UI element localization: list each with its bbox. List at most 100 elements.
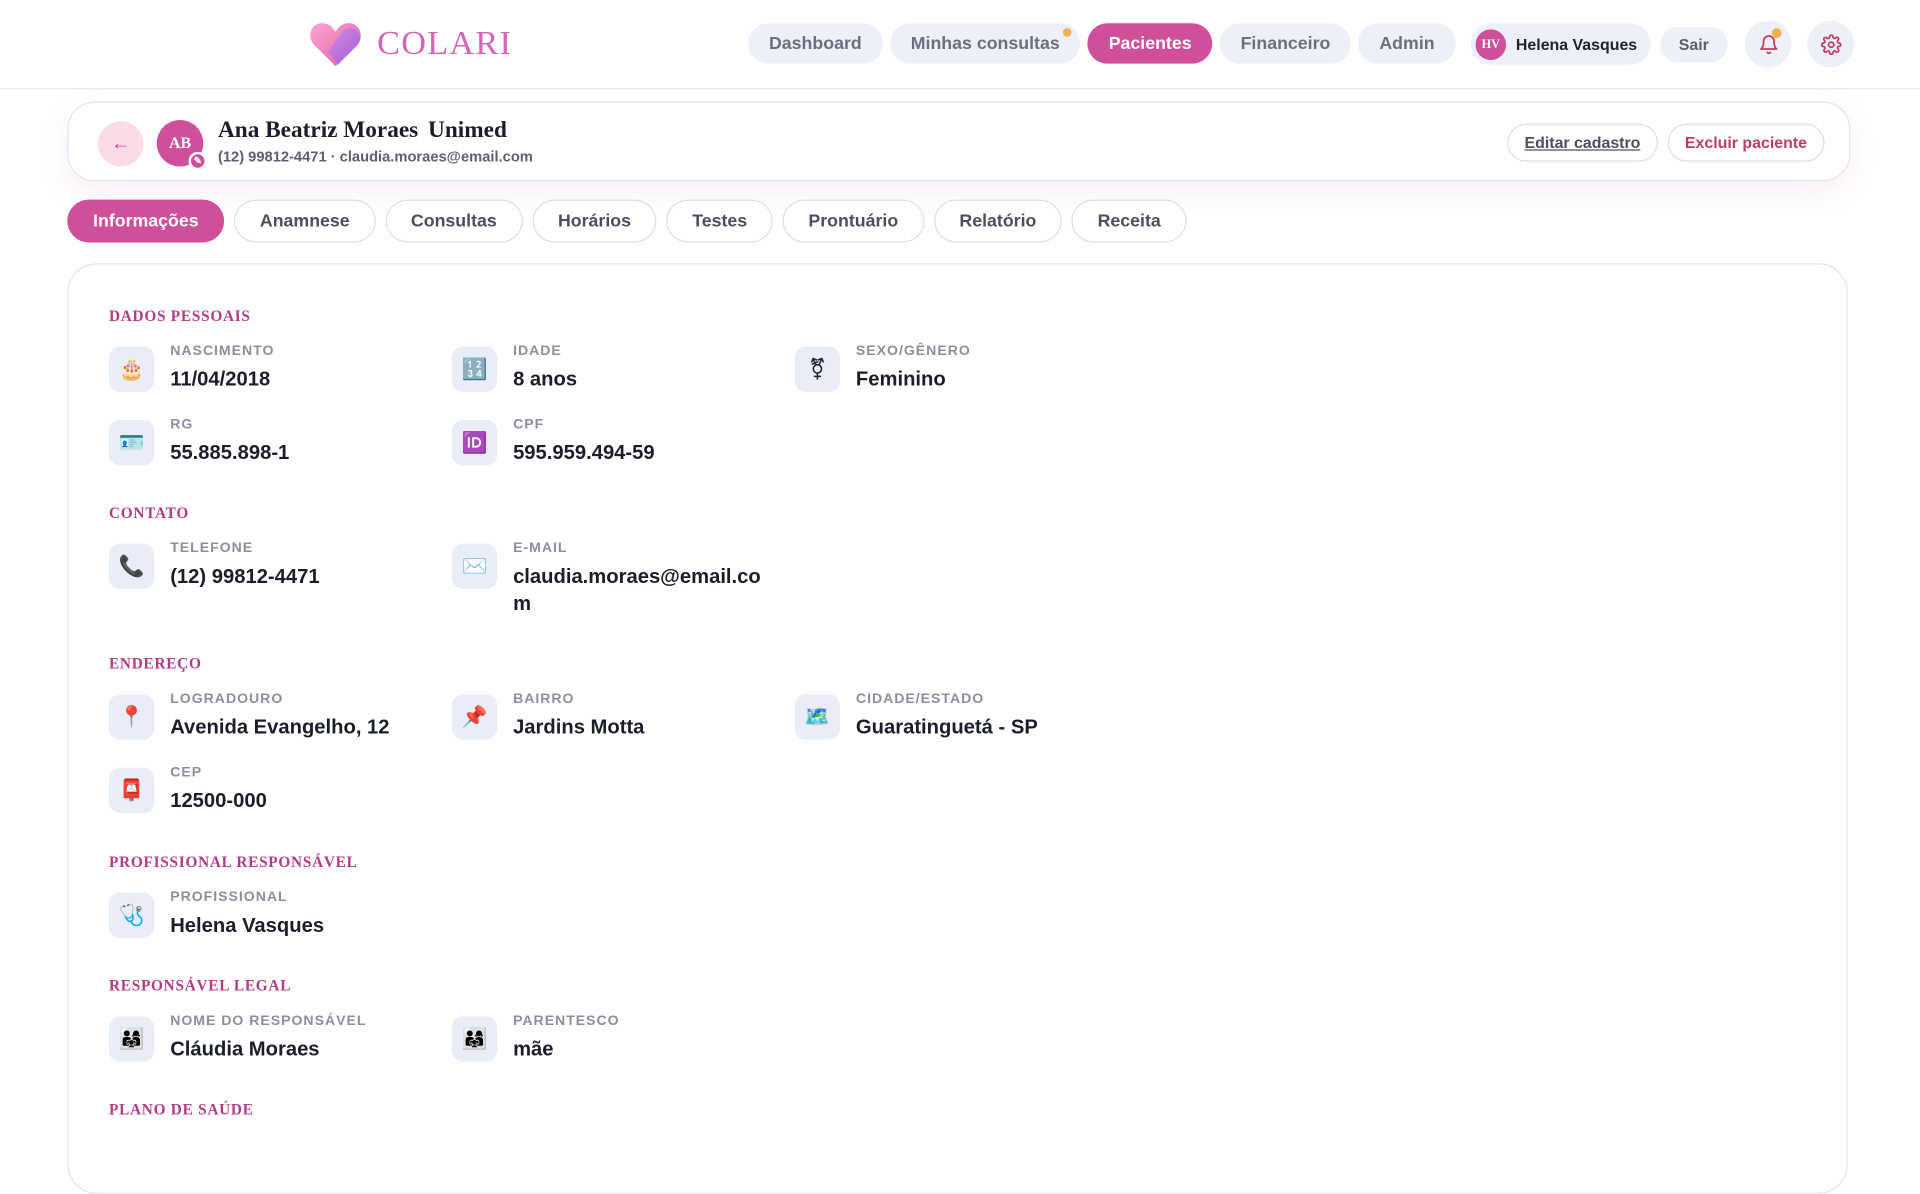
arrow-left-icon: ← [110, 132, 131, 154]
nav-label: Admin [1379, 33, 1435, 54]
settings-button[interactable] [1807, 20, 1854, 68]
tab-relatorio[interactable]: Relatório [933, 199, 1063, 243]
edit-avatar-icon: ✎ [188, 151, 207, 171]
pushpin-icon: 📌 [451, 694, 498, 740]
family-icon: 👨‍👩‍👧 [108, 1016, 155, 1062]
field-label: CEP [170, 765, 203, 781]
field-label: E-MAIL [513, 541, 568, 556]
field-value: Helena Vasques [170, 914, 325, 937]
gender-icon: ⚧ [794, 346, 841, 392]
patient-avatar[interactable]: AB ✎ [156, 120, 207, 171]
field-label: BAIRRO [513, 691, 575, 707]
section-title-plano-saude: PLANO DE SAÚDE [108, 1100, 254, 1118]
field-value: 12500-000 [170, 789, 267, 812]
patient-initials: AB [168, 133, 192, 152]
field-logradouro: 📍 LOGRADOURO Avenida Evangelho, 12 [108, 691, 440, 753]
patient-contact: (12) 99812-4471 · claudia.moraes@email.c… [217, 148, 533, 166]
id-badge-icon: 🆔 [451, 420, 498, 466]
field-value: Cláudia Moraes [170, 1038, 320, 1061]
field-value: Jardins Motta [513, 716, 645, 739]
nav-minhas-consultas[interactable]: Minhas consultas [889, 23, 1081, 64]
field-telefone: 📞 TELEFONE (12) 99812-4471 [108, 541, 440, 602]
field-label: CIDADE/ESTADO [855, 691, 985, 707]
user-avatar: HV [1475, 28, 1507, 60]
field-email: ✉️ E-MAIL claudia.moraes@email.com [451, 541, 783, 615]
field-value: mãe [513, 1038, 554, 1061]
field-label: TELEFONE [170, 541, 254, 556]
stethoscope-icon: 🩺 [108, 892, 155, 938]
nav-label: Pacientes [1108, 33, 1192, 54]
patient-header: ← AB ✎ Ana Beatriz Moraes Unimed (12) 998… [67, 101, 1851, 182]
field-label: SEXO/GÊNERO [855, 344, 971, 359]
notifications-button[interactable] [1744, 20, 1792, 68]
field-parentesco: 👨‍👩‍👧 PARENTESCO mãe [451, 1013, 783, 1075]
section-title-endereco: ENDEREÇO [108, 655, 202, 673]
nav-label: Dashboard [768, 33, 862, 54]
field-label: IDADE [513, 344, 562, 359]
field-label: CPF [513, 417, 545, 433]
patient-name-line: Ana Beatriz Moraes Unimed [218, 118, 507, 145]
app-logo[interactable]: COLARI [309, 20, 513, 69]
field-value: Avenida Evangelho, 12 [170, 716, 390, 739]
tab-informacoes[interactable]: Informações [67, 199, 225, 243]
field-nome-responsavel: 👨‍👩‍👧 NOME DO RESPONSÁVEL Cláudia Moraes [108, 1013, 440, 1075]
field-value: 11/04/2018 [170, 368, 271, 391]
delete-patient-button[interactable]: Excluir paciente [1667, 123, 1825, 162]
field-cidade-estado: 🗺️ CIDADE/ESTADO Guaratinguetá - SP [794, 691, 1126, 753]
field-label: NOME DO RESPONSÁVEL [170, 1013, 367, 1029]
tab-receita[interactable]: Receita [1071, 199, 1187, 243]
section-title-dados-pessoais: DADOS PESSOAIS [108, 307, 251, 325]
field-cpf: 🆔 CPF 595.959.494-59 [451, 417, 783, 479]
tab-testes[interactable]: Testes [666, 199, 773, 243]
nav-label: Financeiro [1240, 33, 1331, 54]
user-name: Helena Vasques [1515, 34, 1638, 54]
field-idade: 🔢 IDADE 8 anos [451, 344, 783, 405]
section-title-responsavel-legal: RESPONSÁVEL LEGAL [108, 977, 292, 995]
field-label: PARENTESCO [513, 1013, 620, 1029]
field-label: PROFISSIONAL [170, 890, 288, 905]
health-plan: Unimed [428, 117, 507, 144]
postbox-icon: 📮 [108, 767, 155, 814]
nav-admin[interactable]: Admin [1358, 23, 1456, 64]
numbers-icon: 🔢 [451, 346, 498, 392]
nav-pacientes[interactable]: Pacientes [1087, 23, 1213, 64]
field-sexo-genero: ⚧ SEXO/GÊNERO Feminino [794, 344, 1126, 405]
envelope-icon: ✉️ [451, 543, 498, 589]
nav-label: Minhas consultas [910, 33, 1060, 54]
field-rg: 🪪 RG 55.885.898-1 [108, 417, 440, 479]
user-menu[interactable]: HV Helena Vasques [1470, 23, 1651, 65]
edit-patient-button[interactable]: Editar cadastro [1507, 123, 1658, 162]
tab-consultas[interactable]: Consultas [385, 199, 523, 243]
tab-prontuario[interactable]: Prontuário [782, 199, 924, 243]
phone-icon: 📞 [108, 543, 155, 589]
back-button[interactable]: ← [97, 121, 144, 167]
tab-horarios[interactable]: Horários [532, 199, 657, 243]
field-label: RG [170, 417, 194, 433]
field-value: Guaratinguetá - SP [855, 716, 1038, 739]
patient-name: Ana Beatriz Moraes [217, 117, 419, 144]
field-value: 8 anos [513, 368, 578, 391]
field-value: Feminino [855, 368, 946, 391]
tab-anamnese[interactable]: Anamnese [234, 199, 376, 243]
heart-logo-icon [310, 23, 361, 67]
field-value: 55.885.898-1 [170, 442, 290, 465]
notification-dot [1063, 28, 1072, 37]
cake-icon: 🎂 [108, 346, 155, 392]
id-card-icon: 🪪 [108, 420, 155, 466]
field-label: NASCIMENTO [170, 344, 275, 359]
gear-icon [1820, 33, 1841, 55]
field-value: (12) 99812-4471 [170, 565, 320, 588]
top-bar: COLARI Dashboard Minhas consultas Pacien… [0, 0, 1920, 90]
section-title-profissional: PROFISSIONAL RESPONSÁVEL [108, 853, 358, 871]
map-icon: 🗺️ [794, 694, 841, 740]
main-nav: Dashboard Minhas consultas Pacientes Fin… [748, 23, 1456, 64]
nav-financeiro[interactable]: Financeiro [1219, 23, 1352, 64]
field-nascimento: 🎂 NASCIMENTO 11/04/2018 [108, 344, 440, 405]
nav-dashboard[interactable]: Dashboard [748, 23, 883, 64]
family-icon: 👨‍👩‍👧 [451, 1016, 498, 1062]
logout-button[interactable]: Sair [1660, 26, 1728, 63]
field-value: 595.959.494-59 [513, 442, 655, 465]
field-cep: 📮 CEP 12500-000 [108, 765, 440, 826]
field-label: LOGRADOURO [170, 691, 284, 707]
patient-tabs: Informações Anamnese Consultas Horários … [67, 199, 1187, 243]
